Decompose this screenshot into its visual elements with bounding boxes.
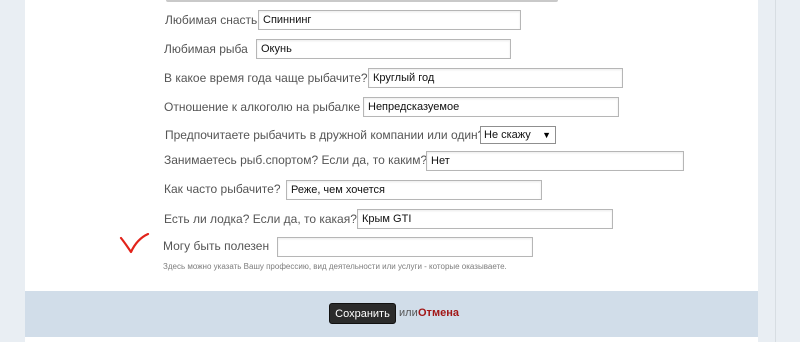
boat-input[interactable]: Крым GTI — [357, 209, 613, 229]
sport-label: Занимаетесь рыб.спортом? Если да, то как… — [164, 153, 428, 167]
favorite-fish-input[interactable]: Окунь — [256, 39, 511, 59]
favorite-tackle-input[interactable]: Спиннинг — [258, 10, 521, 30]
season-label: В какое время года чаще рыбачите? — [164, 71, 368, 85]
red-checkmark-icon — [119, 233, 150, 254]
frequency-label: Как часто рыбачите? — [164, 182, 281, 196]
company-label: Предпочитаете рыбачить в дружной компани… — [165, 128, 485, 142]
company-select[interactable]: Не скажу ▼ — [480, 126, 556, 144]
company-select-value: Не скажу — [484, 129, 531, 141]
boat-label: Есть ли лодка? Если да, то какая? — [164, 212, 357, 226]
alcohol-label: Отношение к алкоголю на рыбалке — [164, 100, 361, 114]
cancel-link[interactable]: Отмена — [418, 307, 459, 319]
favorite-fish-label: Любимая рыба — [164, 42, 248, 56]
useful-input[interactable] — [277, 237, 533, 257]
chevron-down-icon: ▼ — [542, 130, 551, 140]
frequency-input[interactable]: Реже, чем хочется — [286, 180, 542, 200]
top-divider — [166, 0, 558, 2]
season-input[interactable]: Круглый год — [368, 68, 623, 88]
sport-input[interactable]: Нет — [426, 151, 684, 171]
save-button[interactable]: Сохранить — [329, 303, 396, 324]
useful-hint-text: Здесь можно указать Вашу профессию, вид … — [163, 262, 507, 271]
scrollbar-track[interactable] — [775, 0, 776, 342]
or-text: или — [399, 307, 418, 319]
favorite-tackle-label: Любимая снасть — [165, 13, 258, 27]
useful-label: Могу быть полезен — [163, 239, 270, 253]
alcohol-input[interactable]: Непредсказуемое — [363, 97, 619, 117]
